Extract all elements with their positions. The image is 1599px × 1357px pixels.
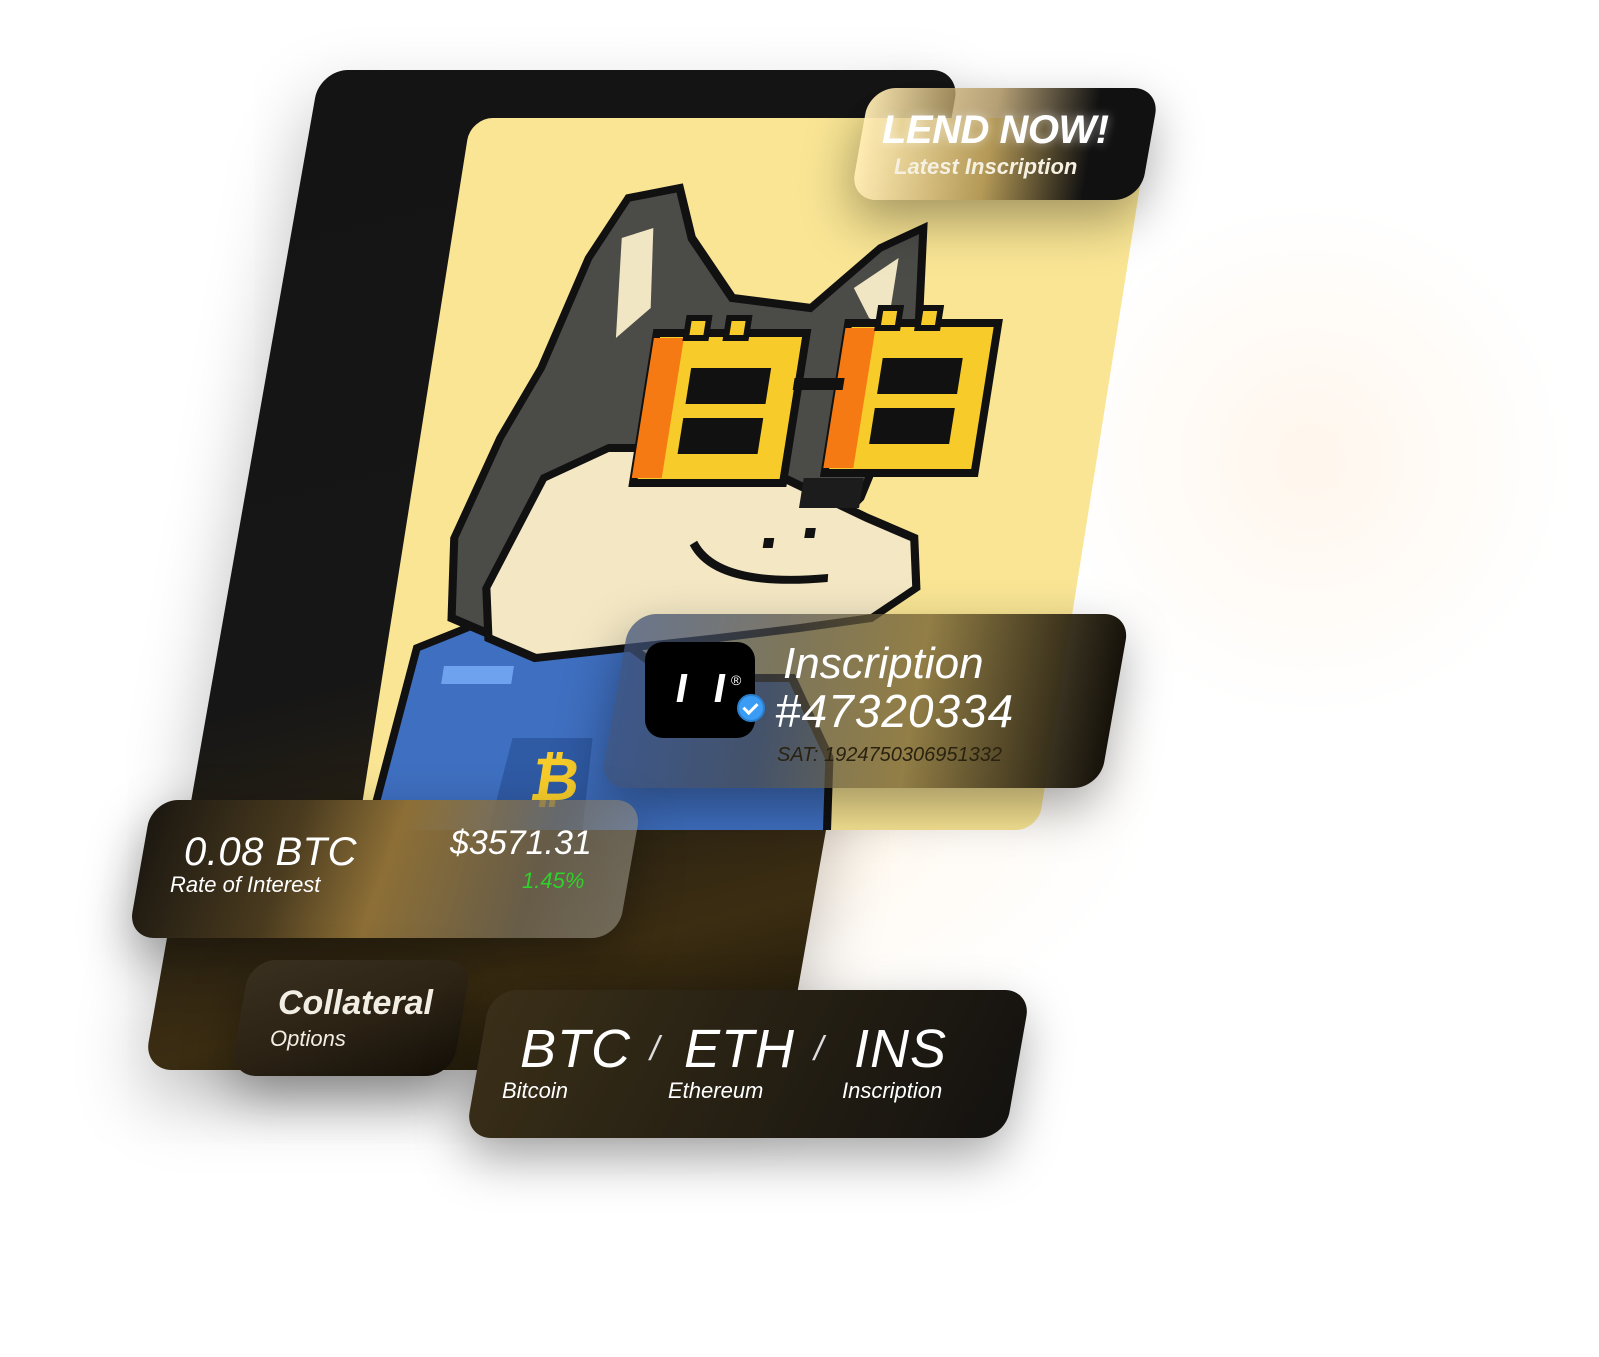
coin-name-ethereum: Ethereum [668,1078,764,1103]
lend-now-title: LEND NOW! [882,108,1109,152]
coin-separator: / [650,1030,660,1068]
collateral-card: Collateral Options [229,960,473,1076]
inscription-title: Inscription [783,639,984,688]
verified-badge-icon [737,694,765,722]
lend-now-subtitle: Latest Inscription [894,154,1078,179]
rate-btc-amount: 0.08 BTC [184,830,357,874]
rate-label: Rate of Interest [170,872,321,897]
coin-name-bitcoin: Bitcoin [502,1078,569,1103]
collateral-title: Collateral [278,984,433,1022]
rate-percent: 1.45% [522,868,585,893]
background-glow-right [1050,200,1570,720]
coin-symbol-btc: BTC [520,1019,631,1079]
collateral-options-card: BTC Bitcoin / ETH Ethereum / INS Inscrip… [464,990,1032,1138]
lend-now-badge[interactable]: LEND NOW! Latest Inscription [850,88,1160,200]
inscription-card: ® Inscription #47320334 SAT: 19247503069… [599,614,1131,788]
inscription-sat: SAT: 1924750306951332 [777,744,1003,766]
coin-separator: / [814,1030,824,1068]
rate-card: 0.08 BTC Rate of Interest $3571.31 1.45% [127,800,643,938]
coin-name-inscription: Inscription [842,1078,943,1103]
inscription-number: #47320334 [775,685,1015,737]
inscription-logo-icon: ® [645,642,755,738]
collateral-subtitle: Options [270,1026,346,1051]
coin-symbol-ins: INS [854,1019,948,1079]
rate-usd-amount: $3571.31 [450,824,592,862]
coin-symbol-eth: ETH [684,1019,795,1079]
